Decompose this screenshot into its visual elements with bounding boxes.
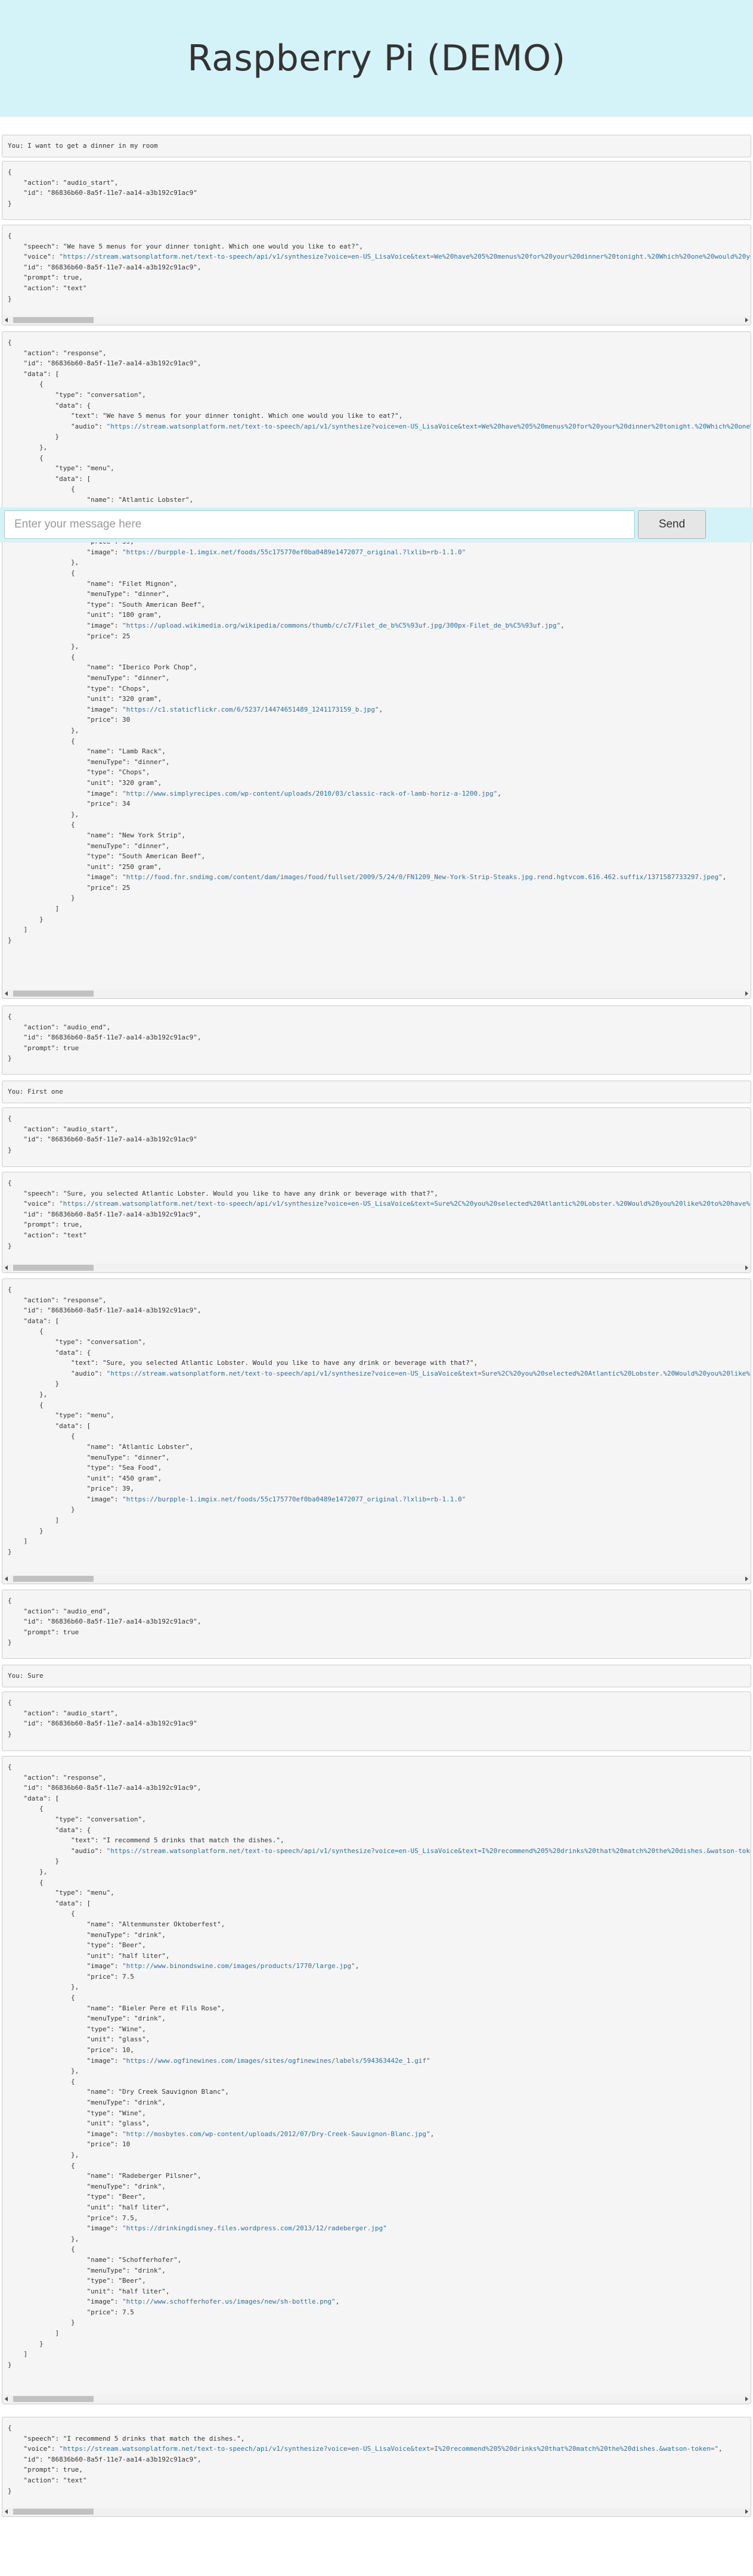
scroll-left-icon[interactable]	[5, 1265, 8, 1270]
response-json: { "action": "response", "id": "86836b60-…	[2, 1756, 751, 2404]
page-header: Raspberry Pi (DEMO)	[0, 0, 753, 117]
scroll-left-icon[interactable]	[5, 1576, 8, 1581]
response-json: { "speech": "I recommend 5 drinks that m…	[2, 2417, 751, 2517]
message-input[interactable]	[4, 510, 635, 539]
scroll-right-icon[interactable]	[745, 991, 748, 996]
horizontal-scrollbar[interactable]	[2, 2395, 751, 2404]
response-json: { "action": "audio_start", "id": "86836b…	[2, 1692, 751, 1751]
user-message: You: Sure	[2, 1665, 751, 1687]
scroll-left-icon[interactable]	[5, 318, 8, 322]
response-json: { "action": "audio_start", "id": "86836b…	[2, 161, 751, 220]
send-button[interactable]: Send	[638, 510, 706, 539]
user-message: You: First one	[2, 1081, 751, 1103]
scroll-thumb[interactable]	[13, 1576, 94, 1582]
scroll-thumb[interactable]	[13, 1265, 94, 1271]
response-json: { "action": "audio_start", "id": "86836b…	[2, 1107, 751, 1167]
scroll-right-icon[interactable]	[745, 2397, 748, 2401]
response-json: { "action": "audio_end", "id": "86836b60…	[2, 1005, 751, 1075]
response-json: { "action": "audio_end", "id": "86836b60…	[2, 1590, 751, 1659]
scroll-thumb[interactable]	[13, 317, 94, 323]
scroll-thumb[interactable]	[13, 2509, 94, 2515]
page-title: Raspberry Pi (DEMO)	[187, 38, 566, 79]
response-json: { "action": "response", "id": "86836b60-…	[2, 331, 751, 999]
response-json: { "speech": "We have 5 menus for your di…	[2, 225, 751, 325]
scroll-right-icon[interactable]	[745, 1265, 748, 1270]
response-json: { "speech": "Sure, you selected Atlantic…	[2, 1172, 751, 1273]
scroll-left-icon[interactable]	[5, 2397, 8, 2401]
horizontal-scrollbar[interactable]	[2, 1264, 751, 1273]
user-message: You: I want to get a dinner in my room	[2, 135, 751, 157]
scroll-right-icon[interactable]	[745, 318, 748, 322]
horizontal-scrollbar[interactable]	[2, 1575, 751, 1584]
horizontal-scrollbar[interactable]	[2, 2507, 751, 2516]
response-json: { "action": "response", "id": "86836b60-…	[2, 1278, 751, 1584]
scroll-right-icon[interactable]	[745, 1576, 748, 1581]
horizontal-scrollbar[interactable]	[2, 989, 751, 998]
scroll-right-icon[interactable]	[745, 2509, 748, 2514]
scroll-thumb[interactable]	[13, 991, 94, 997]
message-input-bar: Send	[0, 507, 753, 542]
scroll-left-icon[interactable]	[5, 2509, 8, 2514]
scroll-left-icon[interactable]	[5, 991, 8, 996]
horizontal-scrollbar[interactable]	[2, 316, 751, 325]
scroll-thumb[interactable]	[13, 2396, 94, 2402]
chat-page: Raspberry Pi (DEMO) You: I want to get a…	[0, 0, 753, 2576]
